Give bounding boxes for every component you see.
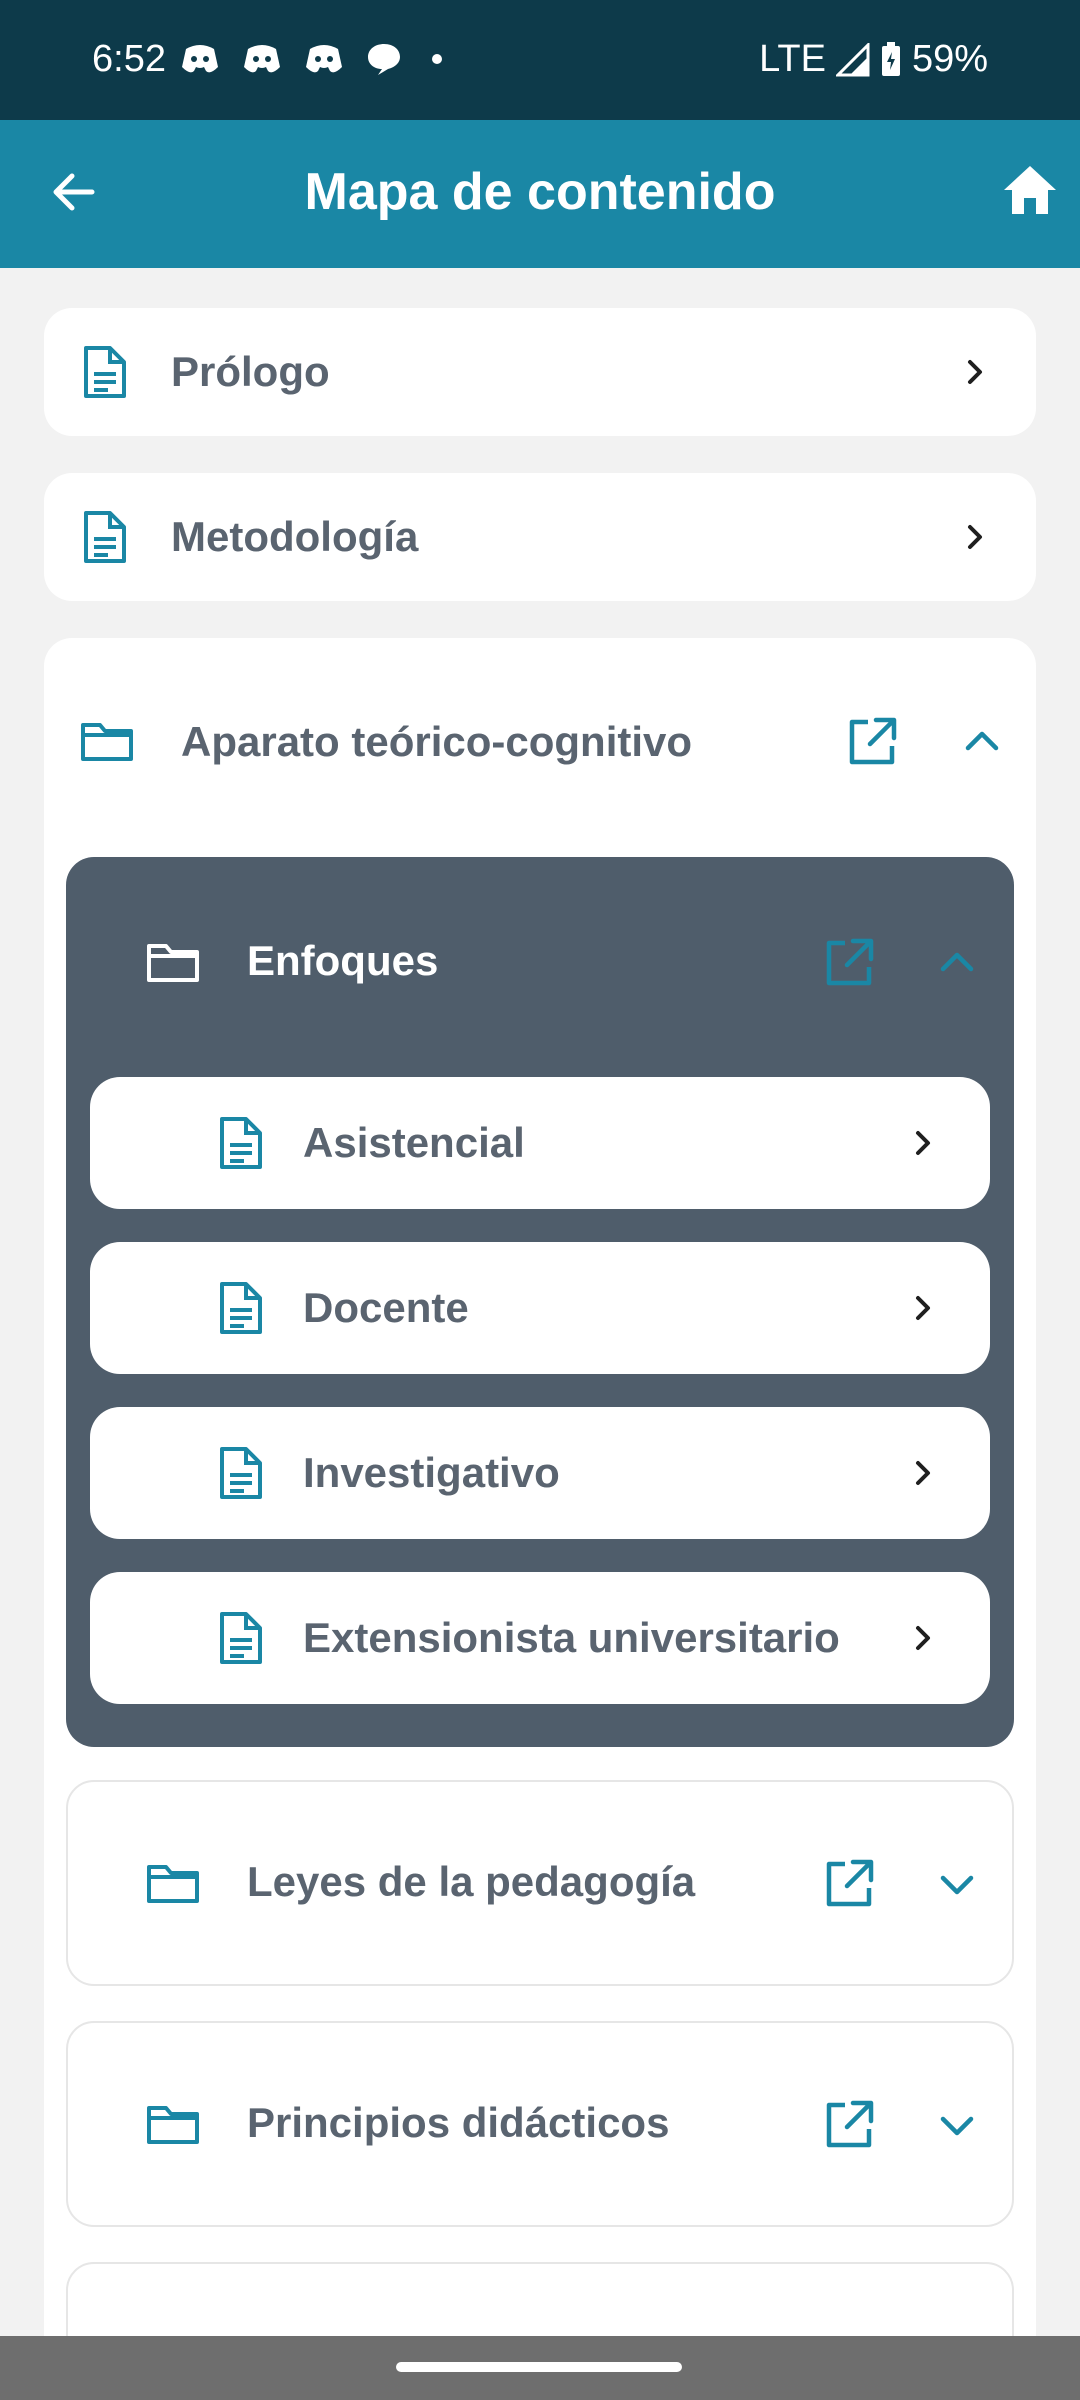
status-time: 6:52 bbox=[92, 38, 166, 80]
document-icon bbox=[220, 1282, 262, 1334]
list-item-prologo[interactable]: Prólogo bbox=[44, 308, 1036, 436]
list-item-investigativo[interactable]: Investigativo bbox=[90, 1407, 990, 1539]
content-map-list: Prólogo Metodología Aparato teórico-cogn… bbox=[0, 268, 1080, 2336]
item-label: Investigativo bbox=[303, 1449, 560, 1496]
open-external-icon[interactable] bbox=[823, 2099, 875, 2151]
status-right: LTE 59% bbox=[759, 38, 988, 81]
chevron-down-icon[interactable] bbox=[939, 1872, 975, 1898]
chevron-right-icon bbox=[916, 1626, 930, 1650]
discord-icon bbox=[182, 45, 218, 73]
list-item-metodologia[interactable]: Metodología bbox=[44, 473, 1036, 601]
document-icon bbox=[84, 346, 126, 398]
home-gesture-handle[interactable] bbox=[396, 2362, 682, 2372]
folder-icon bbox=[147, 1865, 199, 1903]
folder-icon bbox=[81, 723, 133, 761]
open-external-icon[interactable] bbox=[823, 1858, 875, 1910]
section-label: Aparato teórico-cognitivo bbox=[181, 718, 693, 765]
open-external-icon[interactable] bbox=[823, 937, 875, 989]
subsection-principios-didacticos[interactable]: Principios didácticos bbox=[66, 2021, 1014, 2227]
status-bar: 6:52 LTE 59% bbox=[0, 0, 1080, 120]
item-label: Metodología bbox=[171, 513, 419, 560]
battery-percent: 59% bbox=[911, 38, 988, 80]
subsection-next-partial[interactable] bbox=[66, 2262, 1014, 2336]
open-external-icon[interactable] bbox=[846, 716, 898, 768]
document-icon bbox=[220, 1447, 262, 1499]
chevron-right-icon bbox=[968, 360, 982, 384]
list-item-extensionista-universitario[interactable]: Extensionista universitario bbox=[90, 1572, 990, 1704]
battery-icon bbox=[881, 41, 900, 76]
discord-icon bbox=[306, 45, 342, 73]
item-label: Docente bbox=[303, 1284, 469, 1331]
document-icon bbox=[84, 511, 126, 563]
chevron-right-icon bbox=[916, 1131, 930, 1155]
subsection-enfoques: Enfoques Asistencial Docente Investigati… bbox=[66, 857, 1014, 1747]
chevron-up-icon[interactable] bbox=[964, 728, 1000, 754]
item-label: Extensionista universitario bbox=[303, 1614, 840, 1661]
document-icon bbox=[220, 1612, 262, 1664]
chevron-up-icon[interactable] bbox=[939, 949, 975, 975]
subsection-leyes-de-la-pedagogia[interactable]: Leyes de la pedagogía bbox=[66, 1780, 1014, 1986]
subsection-label: Principios didácticos bbox=[247, 2099, 670, 2146]
folder-icon bbox=[147, 944, 199, 982]
chevron-down-icon[interactable] bbox=[939, 2113, 975, 2139]
chevron-right-icon bbox=[968, 525, 982, 549]
folder-icon bbox=[147, 2106, 199, 2144]
system-navigation-bar bbox=[0, 2336, 1080, 2400]
item-label: Asistencial bbox=[303, 1119, 525, 1166]
discord-icon bbox=[244, 45, 280, 73]
page-title: Mapa de contenido bbox=[304, 163, 776, 221]
chat-bubble-icon bbox=[368, 44, 400, 75]
chevron-right-icon bbox=[916, 1461, 930, 1485]
chevron-right-icon bbox=[916, 1296, 930, 1320]
document-icon bbox=[220, 1117, 262, 1169]
list-item-asistencial[interactable]: Asistencial bbox=[90, 1077, 990, 1209]
signal-icon bbox=[835, 42, 870, 76]
item-label: Prólogo bbox=[171, 348, 330, 395]
more-notifications-dot bbox=[432, 54, 442, 64]
list-item-docente[interactable]: Docente bbox=[90, 1242, 990, 1374]
subsection-label: Enfoques bbox=[247, 937, 439, 984]
notification-icons bbox=[180, 42, 442, 76]
network-type: LTE bbox=[759, 38, 826, 80]
app-bar: Mapa de contenido bbox=[0, 120, 1080, 268]
subsection-label: Leyes de la pedagogía bbox=[247, 1858, 696, 1905]
home-icon bbox=[1004, 166, 1056, 214]
home-button[interactable] bbox=[1000, 160, 1060, 220]
